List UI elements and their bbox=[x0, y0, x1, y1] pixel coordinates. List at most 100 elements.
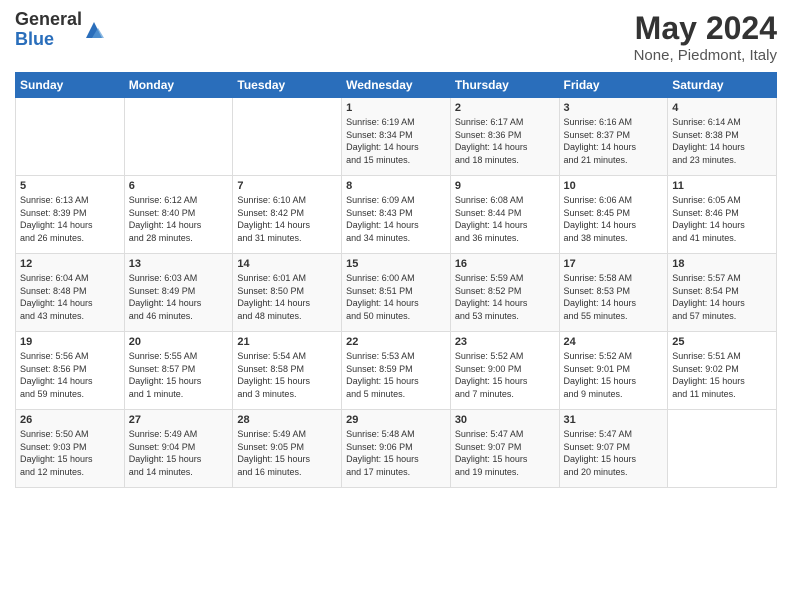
day-info: Sunrise: 6:00 AM Sunset: 8:51 PM Dayligh… bbox=[346, 272, 446, 322]
day-info: Sunrise: 6:13 AM Sunset: 8:39 PM Dayligh… bbox=[20, 194, 120, 244]
day-info: Sunrise: 5:52 AM Sunset: 9:01 PM Dayligh… bbox=[564, 350, 664, 400]
table-row bbox=[16, 98, 125, 176]
table-row: 11 Sunrise: 6:05 AM Sunset: 8:46 PM Dayli… bbox=[668, 176, 777, 254]
header-thursday: Thursday bbox=[450, 73, 559, 98]
day-info: Sunrise: 5:52 AM Sunset: 9:00 PM Dayligh… bbox=[455, 350, 555, 400]
month-title: May 2024 bbox=[634, 10, 777, 47]
table-row: 21 Sunrise: 5:54 AM Sunset: 8:58 PM Dayli… bbox=[233, 332, 342, 410]
calendar-week-row: 26Sunrise: 5:50 AM Sunset: 9:03 PM Dayli… bbox=[16, 410, 777, 488]
day-info: Sunrise: 6:09 AM Sunset: 8:43 PM Dayligh… bbox=[346, 194, 446, 244]
table-row: 18 Sunrise: 5:57 AM Sunset: 8:54 PM Dayli… bbox=[668, 254, 777, 332]
logo-icon bbox=[84, 20, 104, 40]
table-row: 30 Sunrise: 5:47 AM Sunset: 9:07 PM Dayli… bbox=[450, 410, 559, 488]
day-number: 15 bbox=[346, 258, 446, 270]
table-row bbox=[668, 410, 777, 488]
calendar-table: Sunday Monday Tuesday Wednesday Thursday… bbox=[15, 72, 777, 488]
day-info: Sunrise: 6:04 AM Sunset: 8:48 PM Dayligh… bbox=[20, 272, 120, 322]
day-info: Sunrise: 6:05 AM Sunset: 8:46 PM Dayligh… bbox=[672, 194, 772, 244]
day-number: 20 bbox=[129, 336, 229, 348]
day-info: Sunrise: 5:54 AM Sunset: 8:58 PM Dayligh… bbox=[237, 350, 337, 400]
day-number: 29 bbox=[346, 414, 446, 426]
day-number: 31 bbox=[564, 414, 664, 426]
title-block: May 2024 None, Piedmont, Italy bbox=[634, 10, 777, 64]
table-row: 9Sunrise: 6:08 AM Sunset: 8:44 PM Daylig… bbox=[450, 176, 559, 254]
table-row: 15 Sunrise: 6:00 AM Sunset: 8:51 PM Dayli… bbox=[342, 254, 451, 332]
day-info: Sunrise: 5:56 AM Sunset: 8:56 PM Dayligh… bbox=[20, 350, 120, 400]
day-info: Sunrise: 5:58 AM Sunset: 8:53 PM Dayligh… bbox=[564, 272, 664, 322]
day-number: 18 bbox=[672, 258, 772, 270]
day-number: 11 bbox=[672, 180, 772, 192]
calendar-week-row: 5 Sunrise: 6:13 AM Sunset: 8:39 PM Daylig… bbox=[16, 176, 777, 254]
day-info: Sunrise: 5:48 AM Sunset: 9:06 PM Dayligh… bbox=[346, 428, 446, 478]
calendar-week-row: 19 Sunrise: 5:56 AM Sunset: 8:56 PM Dayli… bbox=[16, 332, 777, 410]
table-row: 13 Sunrise: 6:03 AM Sunset: 8:49 PM Dayli… bbox=[124, 254, 233, 332]
logo-blue-text: Blue bbox=[15, 30, 82, 50]
header-tuesday: Tuesday bbox=[233, 73, 342, 98]
calendar-week-row: 1 Sunrise: 6:19 AM Sunset: 8:34 PM Daylig… bbox=[16, 98, 777, 176]
table-row: 6Sunrise: 6:12 AM Sunset: 8:40 PM Daylig… bbox=[124, 176, 233, 254]
day-number: 27 bbox=[129, 414, 229, 426]
day-number: 2 bbox=[455, 102, 555, 114]
table-row: 24 Sunrise: 5:52 AM Sunset: 9:01 PM Dayli… bbox=[559, 332, 668, 410]
header-wednesday: Wednesday bbox=[342, 73, 451, 98]
day-number: 10 bbox=[564, 180, 664, 192]
day-number: 19 bbox=[20, 336, 120, 348]
table-row: 10 Sunrise: 6:06 AM Sunset: 8:45 PM Dayli… bbox=[559, 176, 668, 254]
header-monday: Monday bbox=[124, 73, 233, 98]
day-number: 13 bbox=[129, 258, 229, 270]
day-info: Sunrise: 5:50 AM Sunset: 9:03 PM Dayligh… bbox=[20, 428, 120, 478]
day-info: Sunrise: 6:19 AM Sunset: 8:34 PM Dayligh… bbox=[346, 116, 446, 166]
day-number: 28 bbox=[237, 414, 337, 426]
table-row: 29 Sunrise: 5:48 AM Sunset: 9:06 PM Dayli… bbox=[342, 410, 451, 488]
day-info: Sunrise: 5:51 AM Sunset: 9:02 PM Dayligh… bbox=[672, 350, 772, 400]
logo-general-text: General bbox=[15, 10, 82, 30]
table-row: 12Sunrise: 6:04 AM Sunset: 8:48 PM Dayli… bbox=[16, 254, 125, 332]
day-number: 5 bbox=[20, 180, 120, 192]
calendar-week-row: 12Sunrise: 6:04 AM Sunset: 8:48 PM Dayli… bbox=[16, 254, 777, 332]
table-row: 27Sunrise: 5:49 AM Sunset: 9:04 PM Dayli… bbox=[124, 410, 233, 488]
table-row: 8 Sunrise: 6:09 AM Sunset: 8:43 PM Daylig… bbox=[342, 176, 451, 254]
location-subtitle: None, Piedmont, Italy bbox=[634, 47, 777, 64]
table-row bbox=[124, 98, 233, 176]
table-row: 5 Sunrise: 6:13 AM Sunset: 8:39 PM Daylig… bbox=[16, 176, 125, 254]
day-info: Sunrise: 5:55 AM Sunset: 8:57 PM Dayligh… bbox=[129, 350, 229, 400]
day-number: 7 bbox=[237, 180, 337, 192]
day-number: 24 bbox=[564, 336, 664, 348]
day-number: 17 bbox=[564, 258, 664, 270]
table-row: 1 Sunrise: 6:19 AM Sunset: 8:34 PM Daylig… bbox=[342, 98, 451, 176]
day-number: 23 bbox=[455, 336, 555, 348]
day-info: Sunrise: 6:03 AM Sunset: 8:49 PM Dayligh… bbox=[129, 272, 229, 322]
table-row: 23 Sunrise: 5:52 AM Sunset: 9:00 PM Dayli… bbox=[450, 332, 559, 410]
main-container: General Blue May 2024 None, Piedmont, It… bbox=[0, 0, 792, 498]
day-number: 30 bbox=[455, 414, 555, 426]
header-sunday: Sunday bbox=[16, 73, 125, 98]
table-row: 25 Sunrise: 5:51 AM Sunset: 9:02 PM Dayli… bbox=[668, 332, 777, 410]
table-row bbox=[233, 98, 342, 176]
table-row: 22Sunrise: 5:53 AM Sunset: 8:59 PM Dayli… bbox=[342, 332, 451, 410]
calendar-header-row: Sunday Monday Tuesday Wednesday Thursday… bbox=[16, 73, 777, 98]
day-number: 9 bbox=[455, 180, 555, 192]
day-number: 16 bbox=[455, 258, 555, 270]
day-number: 3 bbox=[564, 102, 664, 114]
day-info: Sunrise: 5:57 AM Sunset: 8:54 PM Dayligh… bbox=[672, 272, 772, 322]
table-row: 4Sunrise: 6:14 AM Sunset: 8:38 PM Daylig… bbox=[668, 98, 777, 176]
table-row: 20 Sunrise: 5:55 AM Sunset: 8:57 PM Dayli… bbox=[124, 332, 233, 410]
day-info: Sunrise: 6:06 AM Sunset: 8:45 PM Dayligh… bbox=[564, 194, 664, 244]
day-info: Sunrise: 6:10 AM Sunset: 8:42 PM Dayligh… bbox=[237, 194, 337, 244]
day-info: Sunrise: 6:14 AM Sunset: 8:38 PM Dayligh… bbox=[672, 116, 772, 166]
table-row: 17 Sunrise: 5:58 AM Sunset: 8:53 PM Dayli… bbox=[559, 254, 668, 332]
day-info: Sunrise: 6:16 AM Sunset: 8:37 PM Dayligh… bbox=[564, 116, 664, 166]
table-row: 26Sunrise: 5:50 AM Sunset: 9:03 PM Dayli… bbox=[16, 410, 125, 488]
day-number: 1 bbox=[346, 102, 446, 114]
day-number: 22 bbox=[346, 336, 446, 348]
header-friday: Friday bbox=[559, 73, 668, 98]
table-row: 28Sunrise: 5:49 AM Sunset: 9:05 PM Dayli… bbox=[233, 410, 342, 488]
day-number: 25 bbox=[672, 336, 772, 348]
day-info: Sunrise: 5:47 AM Sunset: 9:07 PM Dayligh… bbox=[455, 428, 555, 478]
header: General Blue May 2024 None, Piedmont, It… bbox=[15, 10, 777, 64]
day-info: Sunrise: 6:17 AM Sunset: 8:36 PM Dayligh… bbox=[455, 116, 555, 166]
day-info: Sunrise: 5:47 AM Sunset: 9:07 PM Dayligh… bbox=[564, 428, 664, 478]
day-number: 8 bbox=[346, 180, 446, 192]
day-number: 21 bbox=[237, 336, 337, 348]
day-info: Sunrise: 6:01 AM Sunset: 8:50 PM Dayligh… bbox=[237, 272, 337, 322]
